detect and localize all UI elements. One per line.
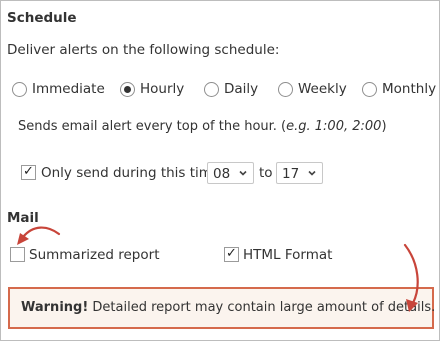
alert-settings-panel: Schedule Deliver alerts on the following… xyxy=(0,0,440,341)
annotation-arrow-icon xyxy=(403,243,419,312)
